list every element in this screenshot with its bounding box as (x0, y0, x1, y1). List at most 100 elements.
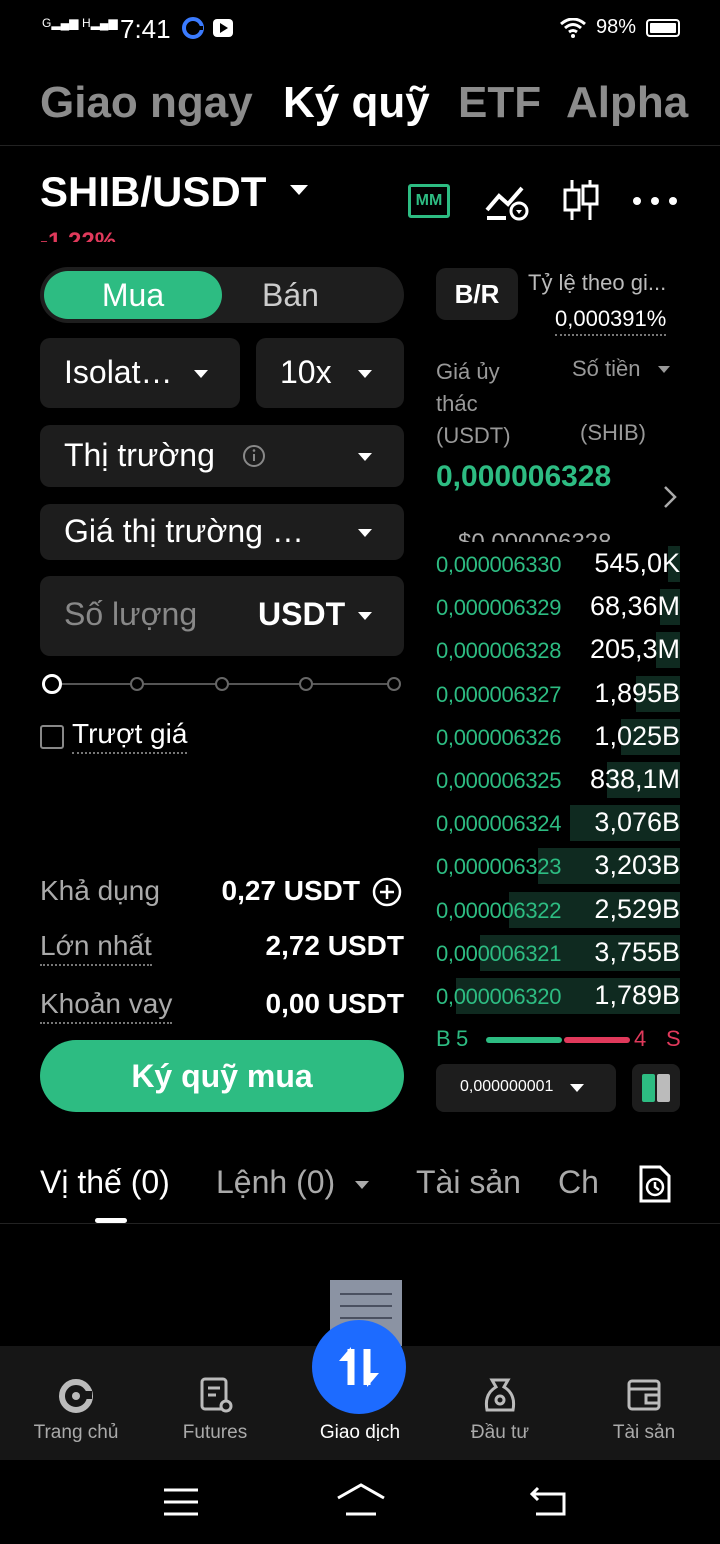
info-icon[interactable] (242, 444, 266, 468)
tab-etf[interactable]: ETF (458, 78, 541, 128)
orderbook-row[interactable]: 0,000006320 1,789B (436, 978, 680, 1014)
sell-ratio-label: S (666, 1026, 681, 1051)
margin-buy-button[interactable]: Ký quỹ mua (40, 1040, 404, 1112)
signal-icon: G▂▄▆ (42, 16, 79, 30)
tab-orders[interactable]: Lệnh (0) (216, 1164, 335, 1201)
orders-tabs: Vị thế (0) Lệnh (0) Tài sản Ch (0, 1150, 720, 1224)
bid-price: 0,000006328 (436, 638, 562, 664)
tab-positions[interactable]: Vị thế (0) (40, 1164, 170, 1201)
add-funds-icon[interactable] (372, 877, 402, 907)
pair-selector[interactable]: SHIB/USDT (40, 168, 266, 216)
bid-amount: 3,755B (594, 936, 680, 967)
more-icon[interactable] (632, 196, 678, 206)
back-icon[interactable] (528, 1484, 568, 1518)
price-column-header: Giá ủy thác (USDT) (436, 359, 511, 448)
bid-price: 0,000006330 (436, 552, 562, 577)
slippage-checkbox[interactable] (40, 725, 64, 749)
market-maker-icon[interactable]: MM (408, 184, 450, 218)
nav-assets[interactable]: Tài sản (572, 1346, 716, 1460)
loan-row: Khoản vay 0,00 USDT (40, 988, 404, 1024)
bid-amount: 1,789B (594, 980, 680, 1010)
nav-invest[interactable]: Đầu tư (428, 1346, 572, 1460)
price-field[interactable]: Giá thị trường … (40, 504, 404, 560)
battery-icon (646, 18, 680, 37)
bid-price: 0,000006325 (436, 768, 562, 793)
invest-icon (484, 1378, 516, 1412)
ratio-label: Tỷ lệ theo gi... (528, 270, 667, 295)
orderbook-row[interactable]: 0,000006324 3,076B (436, 805, 680, 842)
slider-handle[interactable] (42, 674, 62, 694)
orderbook-row[interactable]: 0,000006323 3,203B (436, 848, 680, 885)
margin-mode-select[interactable]: Isolat… (40, 338, 240, 408)
tick-size-select[interactable]: 0,000000001 (436, 1064, 616, 1112)
recents-icon[interactable] (164, 1488, 198, 1516)
price-change: -1,22% (40, 228, 117, 242)
price-alert-icon[interactable] (484, 180, 530, 222)
bid-price: 0,000006323 (436, 854, 562, 880)
sell-ratio-value: 4 (634, 1026, 647, 1051)
orderbook-row[interactable]: 0,000006328 205,3M (436, 632, 680, 669)
orderbook-row[interactable]: 0,000006326 1,025B (436, 718, 680, 755)
nav-futures[interactable]: Futures (143, 1346, 287, 1460)
ratio-value[interactable]: 0,000391% (555, 306, 667, 336)
app-notification-icon (182, 17, 204, 39)
amount-column-header[interactable]: Số tiền (572, 356, 641, 382)
wallet-icon (627, 1379, 661, 1411)
bid-amount: 68,36M (589, 591, 680, 622)
tab-alpha[interactable]: Alpha (566, 78, 688, 128)
orderbook-row[interactable]: 0,000006329 68,36M (436, 589, 680, 626)
leverage-select[interactable]: 10x (256, 338, 404, 408)
layout-sell-icon (657, 1074, 670, 1102)
orderbook-row[interactable]: 0,000006321 3,755B (436, 934, 680, 971)
buy-ratio-label: B (436, 1026, 451, 1051)
tab-margin[interactable]: Ký quỹ (283, 78, 430, 128)
sell-tab[interactable]: Bán (262, 271, 440, 319)
orderbook-layout-button[interactable] (632, 1064, 680, 1112)
buy-sell-ratio: B 5 4 S (436, 1026, 681, 1056)
bid-price: 0,000006327 (436, 681, 562, 707)
quantity-field[interactable]: Số lượng USDT (40, 576, 404, 656)
bid-price: 0,000006326 (436, 724, 562, 750)
layout-buy-icon (642, 1074, 655, 1102)
youtube-icon (213, 19, 233, 37)
order-history-icon[interactable] (638, 1164, 672, 1204)
slippage-label[interactable]: Trượt giá (72, 718, 188, 754)
buy-tab[interactable]: Mua (44, 271, 222, 319)
bid-price: 0,000006329 (436, 595, 562, 621)
orderbook-row[interactable]: 0,000006322 2,529B (436, 891, 680, 928)
trade-icon (339, 1347, 379, 1387)
status-right: 98% (560, 16, 680, 39)
bid-amount: 205,3M (589, 634, 680, 665)
trade-fab[interactable] (312, 1320, 406, 1414)
orderbook-row[interactable]: 0,000006330 545,0K (436, 546, 680, 582)
slider-step-50[interactable] (215, 677, 229, 691)
chevron-down-icon (358, 453, 372, 461)
orderbook-row[interactable]: 0,000006327 1,895B (436, 675, 680, 712)
tab-spot[interactable]: Giao ngay (40, 78, 253, 128)
slider-step-75[interactable] (299, 677, 313, 691)
tab-more[interactable]: Ch (558, 1164, 604, 1201)
order-type-select[interactable]: Thị trường (40, 425, 404, 487)
market-type-tabs: Giao ngay Ký quỹ ETF Alpha (0, 60, 720, 146)
quantity-unit-select[interactable]: USDT (258, 596, 345, 633)
bid-amount: 838,1M (589, 764, 680, 794)
slider-step-100[interactable] (387, 677, 401, 691)
buy-ratio-bar (486, 1037, 562, 1043)
nav-home[interactable]: Trang chủ (4, 1346, 148, 1460)
chevron-down-icon[interactable] (290, 185, 308, 195)
bid-amount: 2,529B (594, 893, 680, 924)
last-price: 0,000006328 (436, 460, 612, 493)
system-nav-bar (0, 1460, 720, 1544)
candlestick-chart-icon[interactable] (560, 178, 602, 222)
orderbook-row[interactable]: 0,000006325 838,1M (436, 762, 680, 798)
br-ratio-button[interactable]: B/R (436, 268, 518, 320)
available-row: Khả dụng 0,27 USDT (40, 875, 360, 906)
tab-assets[interactable]: Tài sản (416, 1164, 521, 1201)
side-toggle: Mua Bán (40, 267, 404, 323)
chevron-right-icon[interactable] (662, 484, 678, 510)
home-nav-icon[interactable] (336, 1482, 386, 1518)
home-icon (59, 1379, 93, 1413)
slider-step-25[interactable] (130, 677, 144, 691)
bid-amount: 1,895B (594, 677, 680, 708)
status-bar: G▂▄▆ H▂▄▆ 7:41 98% (0, 0, 720, 60)
